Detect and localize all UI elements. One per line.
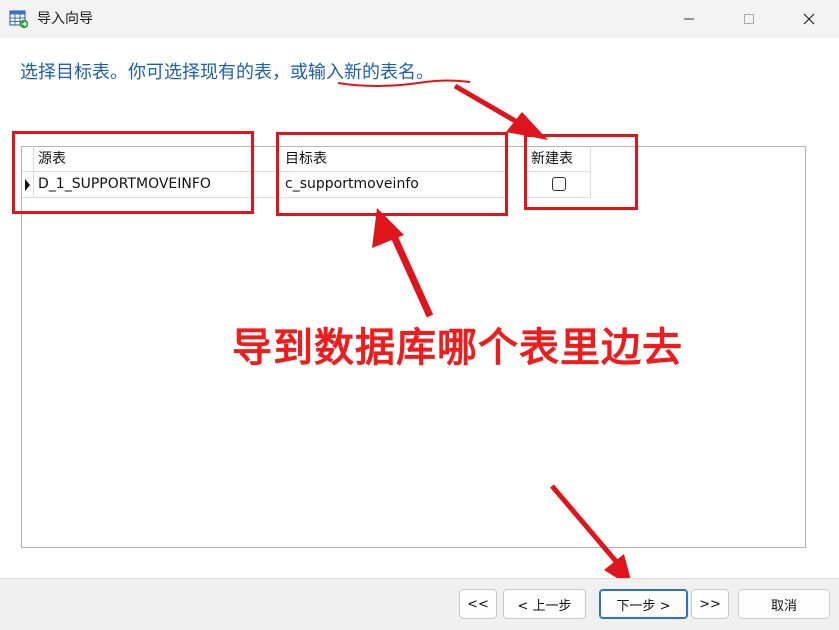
first-page-button[interactable]: << (459, 589, 497, 619)
title-bar: 导入向导 (0, 0, 839, 38)
next-button[interactable]: 下一步 > (599, 589, 688, 619)
highlight-box-source (12, 131, 254, 214)
previous-button[interactable]: < 上一步 (503, 589, 586, 619)
close-icon (803, 13, 815, 25)
minimize-button[interactable] (659, 0, 719, 38)
close-button[interactable] (779, 0, 839, 38)
last-page-button[interactable]: >> (691, 589, 729, 619)
minimize-icon (684, 18, 694, 20)
highlight-box-target (276, 132, 508, 216)
annotation-text: 导到数据库哪个表里边去 (232, 325, 683, 371)
maximize-icon (744, 14, 754, 24)
highlight-box-new-table (524, 134, 638, 210)
arrow-to-new-table (453, 83, 526, 129)
instruction-text: 选择目标表。你可选择现有的表，或输入新的表名。 (20, 62, 434, 83)
cancel-button[interactable]: 取消 (738, 589, 830, 619)
window-title: 导入向导 (37, 11, 93, 27)
table-import-icon (9, 10, 29, 29)
maximize-button[interactable] (719, 0, 779, 38)
